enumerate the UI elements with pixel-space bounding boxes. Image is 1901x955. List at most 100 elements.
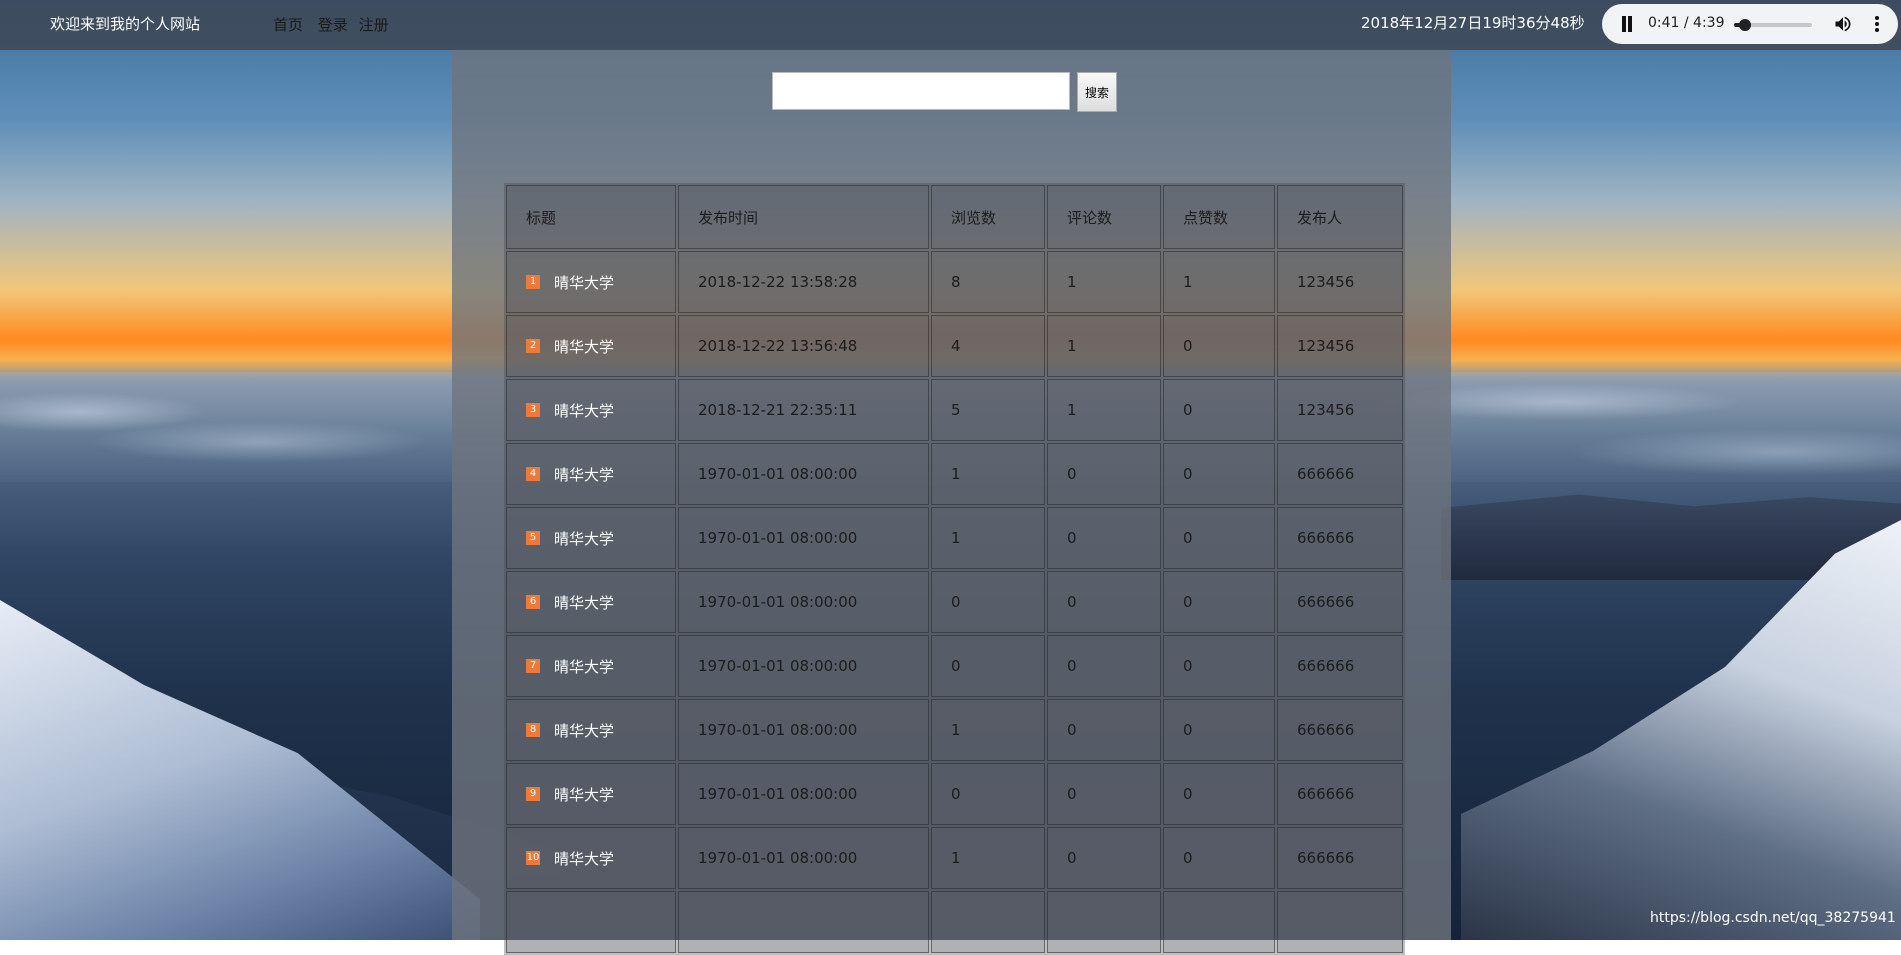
cell-title: 3 晴华大学	[506, 379, 676, 441]
cell-title: 8 晴华大学	[506, 699, 676, 761]
cell-likes: 0	[1163, 699, 1275, 761]
cell-title: 2 晴华大学	[506, 315, 676, 377]
watermark-url: https://blog.csdn.net/qq_38275941	[1650, 910, 1896, 926]
cell-time: 2018-12-22 13:56:48	[678, 315, 929, 377]
current-datetime: 2018年12月27日19时36分48秒	[1361, 14, 1585, 32]
table-row: 7 晴华大学 1970-01-01 08:00:00 0 0 0 666666	[506, 635, 1403, 697]
nav-login-link[interactable]: 登录	[318, 16, 348, 34]
cell-title: 10 晴华大学	[506, 827, 676, 889]
player-progress-knob[interactable]	[1739, 19, 1752, 31]
table-row: 9 晴华大学 1970-01-01 08:00:00 0 0 0 666666	[506, 763, 1403, 825]
cell-comments: 1	[1047, 315, 1161, 377]
pause-icon[interactable]	[1620, 16, 1634, 32]
cell-views: 0	[931, 571, 1045, 633]
cell-likes: 0	[1163, 571, 1275, 633]
cell-time: 1970-01-01 08:00:00	[678, 571, 929, 633]
cell-comments: 0	[1047, 571, 1161, 633]
cell-title: 9 晴华大学	[506, 763, 676, 825]
cell-time: 2018-12-21 22:35:11	[678, 379, 929, 441]
cell-likes: 0	[1163, 827, 1275, 889]
cell-author: 123456	[1277, 379, 1403, 441]
rank-badge: 5	[526, 531, 540, 545]
cell-likes: 0	[1163, 635, 1275, 697]
col-header-views: 浏览数	[931, 185, 1045, 249]
post-title-link[interactable]: 晴华大学	[554, 594, 614, 612]
post-title-link[interactable]: 晴华大学	[554, 786, 614, 804]
post-title-link[interactable]: 晴华大学	[554, 722, 614, 740]
left-snow-mountain	[0, 600, 480, 940]
rank-badge: 10	[526, 851, 540, 865]
cell-title: 1 晴华大学	[506, 251, 676, 313]
cell-time: 1970-01-01 08:00:00	[678, 635, 929, 697]
player-progress-slider[interactable]	[1734, 19, 1812, 31]
rank-badge: 4	[526, 467, 540, 481]
content-panel: 搜索 标题 发布时间 浏览数 评论数 点赞数 发布人 1 晴华大学 2018-12-…	[452, 50, 1451, 955]
cell-comments: 0	[1047, 763, 1161, 825]
table-row-partial	[506, 891, 1403, 953]
cell-comments: 0	[1047, 443, 1161, 505]
cell-views: 8	[931, 251, 1045, 313]
cell-author: 666666	[1277, 635, 1403, 697]
cell-author: 666666	[1277, 443, 1403, 505]
right-snow-mountain	[1461, 520, 1901, 940]
col-header-likes: 点赞数	[1163, 185, 1275, 249]
cell-comments: 1	[1047, 379, 1161, 441]
cell-author: 666666	[1277, 763, 1403, 825]
cell-likes: 0	[1163, 507, 1275, 569]
rank-badge: 3	[526, 403, 540, 417]
cell-title: 4 晴华大学	[506, 443, 676, 505]
cell-title: 5 晴华大学	[506, 507, 676, 569]
col-header-author: 发布人	[1277, 185, 1403, 249]
table-row: 1 晴华大学 2018-12-22 13:58:28 8 1 1 123456	[506, 251, 1403, 313]
cell-comments: 0	[1047, 827, 1161, 889]
volume-icon[interactable]	[1832, 14, 1854, 34]
cell-author: 666666	[1277, 507, 1403, 569]
audio-player: 0:41 / 4:39	[1602, 4, 1898, 44]
cell-time: 1970-01-01 08:00:00	[678, 699, 929, 761]
cell-views: 0	[931, 635, 1045, 697]
player-time: 0:41 / 4:39	[1648, 15, 1725, 31]
cell-comments: 0	[1047, 699, 1161, 761]
cell-time: 1970-01-01 08:00:00	[678, 827, 929, 889]
table-header-row: 标题 发布时间 浏览数 评论数 点赞数 发布人	[506, 185, 1403, 249]
nav-register-link[interactable]: 注册	[359, 16, 389, 34]
cell-likes: 0	[1163, 379, 1275, 441]
rank-badge: 7	[526, 659, 540, 673]
cell-author: 123456	[1277, 251, 1403, 313]
rank-badge: 6	[526, 595, 540, 609]
table-row: 8 晴华大学 1970-01-01 08:00:00 1 0 0 666666	[506, 699, 1403, 761]
search-button[interactable]: 搜索	[1077, 72, 1117, 112]
cell-views: 1	[931, 507, 1045, 569]
post-title-link[interactable]: 晴华大学	[554, 850, 614, 868]
post-title-link[interactable]: 晴华大学	[554, 402, 614, 420]
rank-badge: 2	[526, 339, 540, 353]
cell-views: 1	[931, 699, 1045, 761]
more-vert-icon[interactable]	[1874, 14, 1880, 34]
cell-title: 6 晴华大学	[506, 571, 676, 633]
table-row: 4 晴华大学 1970-01-01 08:00:00 1 0 0 666666	[506, 443, 1403, 505]
cell-likes: 0	[1163, 443, 1275, 505]
post-title-link[interactable]: 晴华大学	[554, 274, 614, 292]
cell-comments: 0	[1047, 635, 1161, 697]
post-title-link[interactable]: 晴华大学	[554, 466, 614, 484]
cell-views: 1	[931, 443, 1045, 505]
cell-comments: 0	[1047, 507, 1161, 569]
col-header-comments: 评论数	[1047, 185, 1161, 249]
cell-title: 7 晴华大学	[506, 635, 676, 697]
table-row: 3 晴华大学 2018-12-21 22:35:11 5 1 0 123456	[506, 379, 1403, 441]
cell-likes: 0	[1163, 763, 1275, 825]
post-title-link[interactable]: 晴华大学	[554, 530, 614, 548]
cell-time: 1970-01-01 08:00:00	[678, 443, 929, 505]
post-title-link[interactable]: 晴华大学	[554, 658, 614, 676]
top-navbar: 欢迎来到我的个人网站 首页 登录 注册 2018年12月27日19时36分48秒…	[0, 0, 1901, 50]
cell-time: 1970-01-01 08:00:00	[678, 507, 929, 569]
cell-comments: 1	[1047, 251, 1161, 313]
cell-author: 666666	[1277, 827, 1403, 889]
post-title-link[interactable]: 晴华大学	[554, 338, 614, 356]
table-row: 2 晴华大学 2018-12-22 13:56:48 4 1 0 123456	[506, 315, 1403, 377]
posts-table: 标题 发布时间 浏览数 评论数 点赞数 发布人 1 晴华大学 2018-12-22 …	[504, 183, 1405, 955]
col-header-title: 标题	[506, 185, 676, 249]
nav-home-link[interactable]: 首页	[273, 16, 303, 34]
main-nav: 首页 登录 注册	[273, 14, 399, 35]
search-input[interactable]	[772, 72, 1070, 110]
